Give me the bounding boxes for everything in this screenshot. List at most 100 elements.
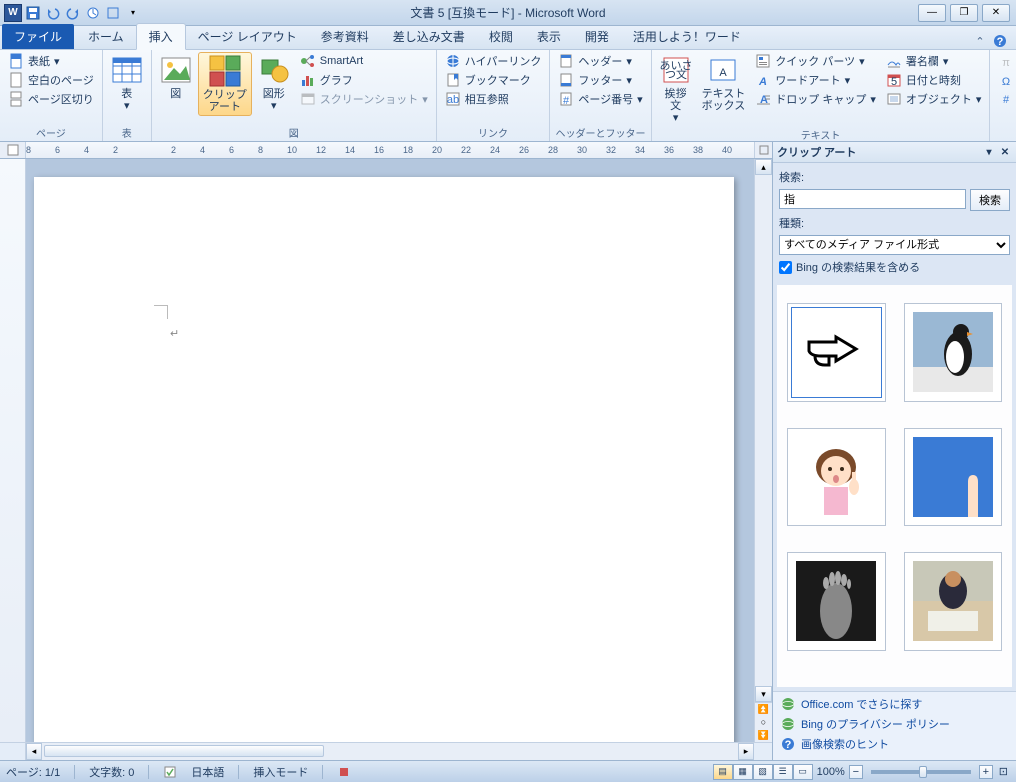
header-button[interactable]: ヘッダー ▾: [554, 52, 646, 70]
pagenum-button[interactable]: #ページ番号 ▾: [554, 90, 646, 108]
hscroll-thumb[interactable]: [44, 745, 324, 757]
scroll-left-icon[interactable]: ◂: [26, 743, 42, 760]
chart-button[interactable]: グラフ: [296, 71, 432, 89]
redo-icon[interactable]: [64, 4, 82, 22]
zoom-fit-icon[interactable]: ⊡: [997, 765, 1010, 778]
page[interactable]: ↵: [34, 177, 734, 742]
tab-insert[interactable]: 挿入: [136, 23, 186, 50]
zoom-out-button[interactable]: −: [849, 765, 863, 779]
ribbon-tabs: ファイル ホーム 挿入 ページ レイアウト 参考資料 差し込み文書 校閲 表示 …: [0, 26, 1016, 50]
tab-utilize[interactable]: 活用しよう！ワード: [621, 24, 753, 49]
bing-privacy-link[interactable]: Bing のプライバシー ポリシー: [781, 716, 1008, 732]
clipart-button[interactable]: クリップ アート: [198, 52, 252, 116]
scroll-down-icon[interactable]: ▾: [755, 686, 772, 702]
zoom-in-button[interactable]: +: [979, 765, 993, 779]
zoom-slider[interactable]: [871, 770, 971, 774]
results-grid[interactable]: [777, 285, 1012, 687]
shapes-icon: [258, 54, 290, 86]
vertical-scrollbar[interactable]: ▴ ▾ ⏫ ○ ⏬: [754, 159, 772, 742]
qat-dropdown-icon[interactable]: ▾: [124, 4, 142, 22]
blank-page-button[interactable]: 空白のページ: [4, 71, 98, 89]
page-container[interactable]: ↵: [26, 159, 754, 742]
table-button[interactable]: 表▾: [107, 52, 147, 114]
next-page-icon[interactable]: ⏬: [758, 730, 769, 741]
print-layout-view[interactable]: ▤: [713, 764, 733, 780]
type-select[interactable]: すべてのメディア ファイル形式: [779, 235, 1010, 255]
clip-result-sky-finger[interactable]: [904, 428, 1003, 527]
zoom-level[interactable]: 100%: [817, 766, 845, 778]
footer-button[interactable]: フッター ▾: [554, 71, 646, 89]
wordart-button[interactable]: Aワードアート ▾: [751, 71, 880, 89]
bing-checkbox[interactable]: Bing の検索結果を含める: [779, 259, 1010, 275]
status-macro-icon[interactable]: [337, 765, 351, 779]
tab-review[interactable]: 校閲: [477, 24, 525, 49]
tab-view[interactable]: 表示: [525, 24, 573, 49]
save-icon[interactable]: [24, 4, 42, 22]
crossref-button[interactable]: ab相互参照: [441, 90, 546, 108]
search-button[interactable]: 検索: [970, 189, 1010, 211]
quickparts-button[interactable]: クイック パーツ ▾: [751, 52, 880, 70]
browse-object-icon[interactable]: ○: [761, 717, 766, 727]
vertical-ruler[interactable]: [0, 159, 26, 742]
clip-result-girl[interactable]: [787, 428, 886, 527]
minimize-button[interactable]: —: [918, 4, 946, 22]
scroll-right-icon[interactable]: ▸: [738, 743, 754, 760]
status-proof-icon[interactable]: [163, 765, 177, 779]
cover-page-button[interactable]: 表紙 ▾: [4, 52, 98, 70]
hyperlink-button[interactable]: ハイパーリンク: [441, 52, 546, 70]
status-mode[interactable]: 挿入モード: [253, 764, 308, 780]
horizontal-ruler[interactable]: 8642246810121416182022242628303234363840: [26, 142, 754, 158]
symbol-button[interactable]: Ω記号と特殊文字 ▾: [994, 71, 1016, 89]
quickparts-icon: [755, 53, 771, 69]
taskpane-close-icon[interactable]: ✕: [998, 145, 1012, 159]
tab-mailings[interactable]: 差し込み文書: [381, 24, 477, 49]
tab-developer[interactable]: 開発: [573, 24, 621, 49]
undo-icon[interactable]: [44, 4, 62, 22]
outline-view[interactable]: ☰: [773, 764, 793, 780]
ruler-toggle-right[interactable]: [754, 142, 772, 158]
clip-result-pointing-hand[interactable]: [787, 303, 886, 402]
status-lang[interactable]: 日本語: [191, 764, 224, 780]
tab-pagelayout[interactable]: ページ レイアウト: [186, 24, 309, 49]
search-hints-link[interactable]: ?画像検索のヒント: [781, 736, 1008, 752]
fullscreen-view[interactable]: ▦: [733, 764, 753, 780]
shapes-button[interactable]: 図形▾: [254, 52, 294, 114]
picture-button[interactable]: 図: [156, 52, 196, 102]
datetime-button[interactable]: 5日付と時刻: [882, 71, 986, 89]
horizontal-scrollbar[interactable]: ◂ ▸: [0, 742, 772, 760]
textbox-button[interactable]: A テキスト ボックス: [698, 52, 750, 114]
draft-view[interactable]: ▭: [793, 764, 813, 780]
search-input[interactable]: [779, 189, 966, 209]
status-page[interactable]: ページ: 1/1: [6, 764, 60, 780]
maximize-button[interactable]: ❐: [950, 4, 978, 22]
tab-home[interactable]: ホーム: [76, 24, 136, 49]
clip-result-desk-photo[interactable]: [904, 552, 1003, 651]
signature-button[interactable]: 署名欄 ▾: [882, 52, 986, 70]
tab-references[interactable]: 参考資料: [309, 24, 381, 49]
qat-item[interactable]: [84, 4, 102, 22]
minimize-ribbon-icon[interactable]: ⌃: [972, 33, 988, 49]
help-icon[interactable]: ?: [992, 33, 1008, 49]
office-com-link[interactable]: Office.com でさらに探す: [781, 696, 1008, 712]
web-view[interactable]: ▧: [753, 764, 773, 780]
object-button[interactable]: オブジェクト ▾: [882, 90, 986, 108]
status-words[interactable]: 文字数: 0: [89, 764, 134, 780]
scroll-up-icon[interactable]: ▴: [755, 159, 772, 175]
page-break-button[interactable]: ページ区切り: [4, 90, 98, 108]
ruler-toggle[interactable]: [0, 142, 26, 158]
word-icon[interactable]: W: [4, 4, 22, 22]
taskpane-dropdown-icon[interactable]: ▾: [982, 145, 996, 159]
bookmark-button[interactable]: ブックマーク: [441, 71, 546, 89]
close-button[interactable]: ✕: [982, 4, 1010, 22]
dropcap-button[interactable]: Aドロップ キャップ ▾: [751, 90, 880, 108]
group-text: テキスト: [656, 126, 986, 143]
clip-result-foot-xray[interactable]: [787, 552, 886, 651]
prev-page-icon[interactable]: ⏫: [758, 704, 769, 715]
smartart-button[interactable]: SmartArt: [296, 52, 432, 70]
zoom-thumb[interactable]: [919, 766, 927, 778]
number-button[interactable]: #番号: [994, 90, 1016, 108]
tab-file[interactable]: ファイル: [2, 24, 74, 49]
clip-result-penguin[interactable]: [904, 303, 1003, 402]
greeting-button[interactable]: あいさつ文 挨拶文▾: [656, 52, 696, 126]
qat-item[interactable]: [104, 4, 122, 22]
